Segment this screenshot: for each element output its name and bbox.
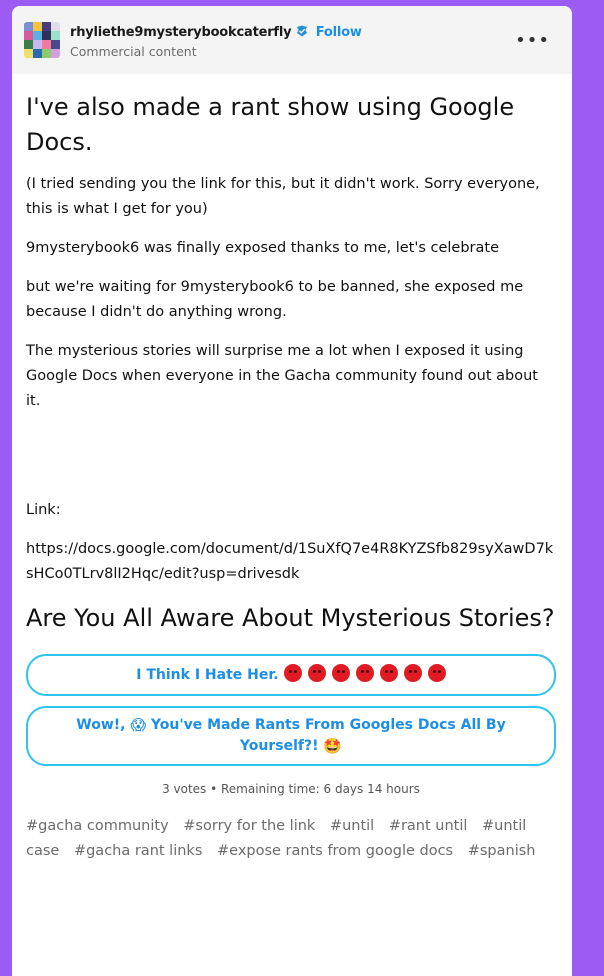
angry-face-icon [308,664,327,682]
verified-badge-icon [297,25,308,37]
google-docs-link[interactable]: https://docs.google.com/document/d/1SuXf… [26,537,556,587]
post-paragraph: (I tried sending you the link for this, … [26,176,540,217]
post-author: rhyliethe9mysterybookcaterfly Follow [70,25,362,40]
page-background-strip [0,0,12,960]
post-paragraph: 9mysterybook6 was finally exposed thanks… [26,240,500,256]
tag[interactable]: #gacha community [26,818,169,834]
angry-face-icon [356,664,375,682]
empty-space [26,428,556,498]
tag[interactable]: #sorry for the link [183,818,315,834]
link-label: Link: [26,502,61,518]
poll-option-label-prefix: Wow!, [76,717,126,733]
poll-option-hate[interactable]: I Think I Hate Her. [26,654,556,696]
tag[interactable]: #expose rants from google docs [217,843,453,859]
commercial-content-label: Commercial content [70,44,197,59]
post-paragraph: but we're waiting for 9mysterybook6 to b… [26,279,524,320]
angry-face-icon [427,664,446,682]
post-card: rhyliethe9mysterybookcaterfly Follow Com… [12,6,572,976]
follow-button[interactable]: Follow [316,25,362,40]
star-struck-face-icon: 🤩 [323,737,343,755]
angry-face-icon [284,664,303,682]
angry-face-icon [332,664,351,682]
angry-face-icons [283,664,446,683]
tag[interactable]: #spanish [468,843,536,859]
post-title: I've also made a rant show using Google … [26,93,515,156]
tag[interactable]: #until [330,818,374,834]
username-link[interactable]: rhyliethe9mysterybookcaterfly [70,25,292,40]
angry-face-icon [379,664,398,682]
tag[interactable]: #gacha rant links [74,843,202,859]
poll-question: Are You All Aware About Mysterious Stori… [26,604,555,632]
tag[interactable]: #rant until [389,818,468,834]
post-paragraph: The mysterious stories will surprise me … [26,343,538,409]
post-header: rhyliethe9mysterybookcaterfly Follow Com… [12,6,572,74]
poll-status: 3 votes • Remaining time: 6 days 14 hour… [162,782,420,796]
angry-face-icon [403,664,422,682]
poll-option-wow[interactable]: Wow!, 😱 You've Made Rants From Googles D… [26,706,556,766]
tag-list: #gacha community #sorry for the link #un… [26,814,556,864]
poll-option-label: I Think I Hate Her. [136,667,279,683]
screaming-face-icon: 😱 [130,716,146,734]
post-body: I've also made a rant show using Google … [12,90,572,864]
avatar[interactable] [24,22,60,58]
more-options-icon[interactable]: ••• [515,30,550,51]
